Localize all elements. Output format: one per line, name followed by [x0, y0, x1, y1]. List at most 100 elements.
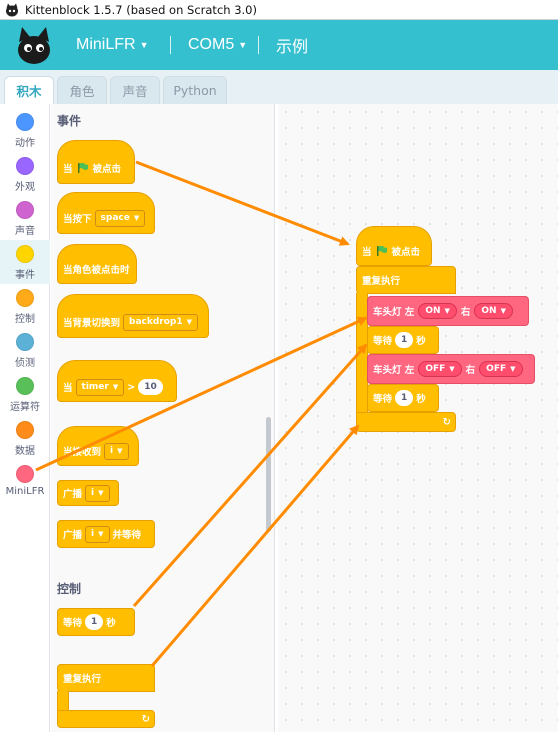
category-label: 事件 [15, 270, 35, 281]
timer-dropdown[interactable]: timer ▼ [75, 378, 125, 396]
category-sensing[interactable]: 侦测 [0, 328, 50, 372]
when-timer-greater-block[interactable]: 当 timer ▼ > 10 [57, 360, 177, 402]
block-text: 当 [63, 383, 73, 394]
left-light-dropdown[interactable]: ON ▼ [418, 303, 457, 319]
category-data[interactable]: 数据 [0, 416, 50, 460]
block-text: 车头灯 左 [373, 365, 415, 376]
chevron-down-icon: ▼ [510, 365, 516, 373]
wait-seconds-block[interactable]: 等待 1 秒 [57, 608, 135, 636]
block-text: 当角色被点击时 [63, 265, 130, 276]
device-label: MiniLFR [76, 36, 136, 53]
category-dot-icon [16, 333, 34, 351]
loop-arrow-icon: ↻ [442, 416, 451, 428]
block-palette: 事件 当 被点击 当按下 space ▼ 当角色被点击时 当背景切换到 backd… [51, 104, 275, 732]
chevron-down-icon: ▼ [238, 40, 248, 50]
window-title: Kittenblock 1.5.7 (based on Scratch 3.0) [25, 2, 257, 17]
wait-seconds-input[interactable]: 1 [395, 390, 414, 406]
category-motion[interactable]: 动作 [0, 108, 50, 152]
device-menu[interactable]: MiniLFR ▼ [76, 20, 148, 70]
block-text: 被点击 [92, 164, 122, 175]
script-area[interactable]: 当 被点击 重复执行 ↻ 车头灯 左 ON ▼ 右 ON ▼ 等待 1 秒 车头灯 … [278, 104, 558, 732]
forever-block-bottom: ↻ [57, 710, 155, 728]
broadcast-wait-dropdown[interactable]: i ▼ [85, 525, 110, 543]
dropdown-value: OFF [425, 364, 446, 374]
block-text: 秒 [106, 618, 116, 629]
category-dot-icon [16, 201, 34, 219]
tab-sounds[interactable]: 声音 [110, 76, 160, 104]
message-dropdown[interactable]: i ▼ [104, 442, 129, 460]
tab-blocks[interactable]: 积木 [4, 76, 54, 104]
dropdown-value: i [91, 529, 95, 539]
broadcast-and-wait-block[interactable]: 广播 i ▼ 并等待 [57, 520, 155, 548]
category-label: 数据 [15, 446, 35, 457]
tab-python[interactable]: Python [163, 76, 227, 104]
category-dot-icon [16, 289, 34, 307]
block-text: 被点击 [391, 247, 421, 258]
category-events[interactable]: 事件 [0, 240, 50, 284]
dropdown-value: backdrop1 [129, 317, 183, 327]
block-text: 等待 [373, 394, 393, 405]
forever-block-arm [57, 691, 69, 711]
category-label: 运算符 [10, 402, 40, 413]
green-flag-icon [77, 162, 88, 173]
kittenblock-logo-icon[interactable] [14, 24, 54, 66]
when-backdrop-switches-block[interactable]: 当背景切换到 backdrop1 ▼ [57, 294, 209, 338]
broadcast-dropdown[interactable]: i ▼ [85, 484, 110, 502]
category-dot-icon [16, 377, 34, 395]
script-when-flag-clicked-block[interactable]: 当 被点击 [356, 226, 432, 266]
category-control[interactable]: 控制 [0, 284, 50, 328]
chevron-down-icon: ▼ [449, 365, 455, 373]
category-minilfr[interactable]: MiniLFR [0, 460, 50, 504]
wait-seconds-input[interactable]: 1 [85, 614, 104, 630]
category-dot-icon [16, 465, 34, 483]
script-wait-block-2[interactable]: 等待 1 秒 [367, 384, 439, 412]
category-label: 侦测 [15, 358, 35, 369]
port-menu[interactable]: COM5 ▼ [188, 20, 247, 70]
timer-value-input[interactable]: 10 [138, 379, 163, 395]
script-wait-block-1[interactable]: 等待 1 秒 [367, 326, 439, 354]
palette-scrollbar[interactable] [266, 417, 271, 532]
category-label: 动作 [15, 138, 35, 149]
block-text: 广播 [63, 530, 83, 541]
block-text: 右 [460, 307, 471, 318]
wait-seconds-input[interactable]: 1 [395, 332, 414, 348]
category-label: 外观 [15, 182, 35, 193]
headlight-off-block[interactable]: 车头灯 左 OFF ▼ 右 OFF ▼ [367, 354, 535, 384]
category-operators[interactable]: 运算符 [0, 372, 50, 416]
chevron-down-icon: ▼ [98, 489, 104, 497]
broadcast-block[interactable]: 广播 i ▼ [57, 480, 119, 506]
block-text: 广播 [63, 489, 83, 500]
loop-arrow-icon: ↻ [141, 713, 150, 725]
dropdown-value: i [110, 446, 114, 456]
menu-divider [258, 36, 259, 54]
category-dot-icon [16, 113, 34, 131]
when-flag-clicked-block[interactable]: 当 被点击 [57, 140, 135, 184]
block-text: 当背景切换到 [63, 318, 121, 329]
when-receive-block[interactable]: 当接收到 i ▼ [57, 426, 139, 466]
right-light-dropdown[interactable]: ON ▼ [474, 303, 513, 319]
chevron-down-icon: ▼ [500, 307, 506, 315]
key-dropdown[interactable]: space ▼ [94, 209, 146, 227]
block-text: 等待 [373, 336, 393, 347]
category-looks[interactable]: 外观 [0, 152, 50, 196]
chevron-down-icon: ▼ [139, 40, 149, 50]
tab-sprites[interactable]: 角色 [57, 76, 107, 104]
block-text: 车头灯 左 [373, 307, 415, 318]
when-sprite-clicked-block[interactable]: 当角色被点击时 [57, 244, 137, 284]
headlight-on-block[interactable]: 车头灯 左 ON ▼ 右 ON ▼ [367, 296, 529, 326]
dropdown-value: ON [481, 306, 497, 316]
left-light-dropdown[interactable]: OFF ▼ [418, 361, 462, 377]
when-key-pressed-block[interactable]: 当按下 space ▼ [57, 192, 155, 234]
palette-heading-events: 事件 [57, 114, 82, 128]
right-light-dropdown[interactable]: OFF ▼ [479, 361, 523, 377]
category-sound[interactable]: 声音 [0, 196, 50, 240]
menu-divider [170, 36, 171, 54]
green-flag-icon [376, 245, 387, 256]
dropdown-value: i [91, 488, 95, 498]
examples-menu[interactable]: 示例 [276, 20, 308, 70]
block-text: 秒 [416, 336, 426, 347]
backdrop-dropdown[interactable]: backdrop1 ▼ [123, 313, 199, 331]
block-text: 并等待 [112, 530, 142, 541]
block-text: 右 [465, 365, 476, 376]
examples-label: 示例 [276, 39, 309, 56]
